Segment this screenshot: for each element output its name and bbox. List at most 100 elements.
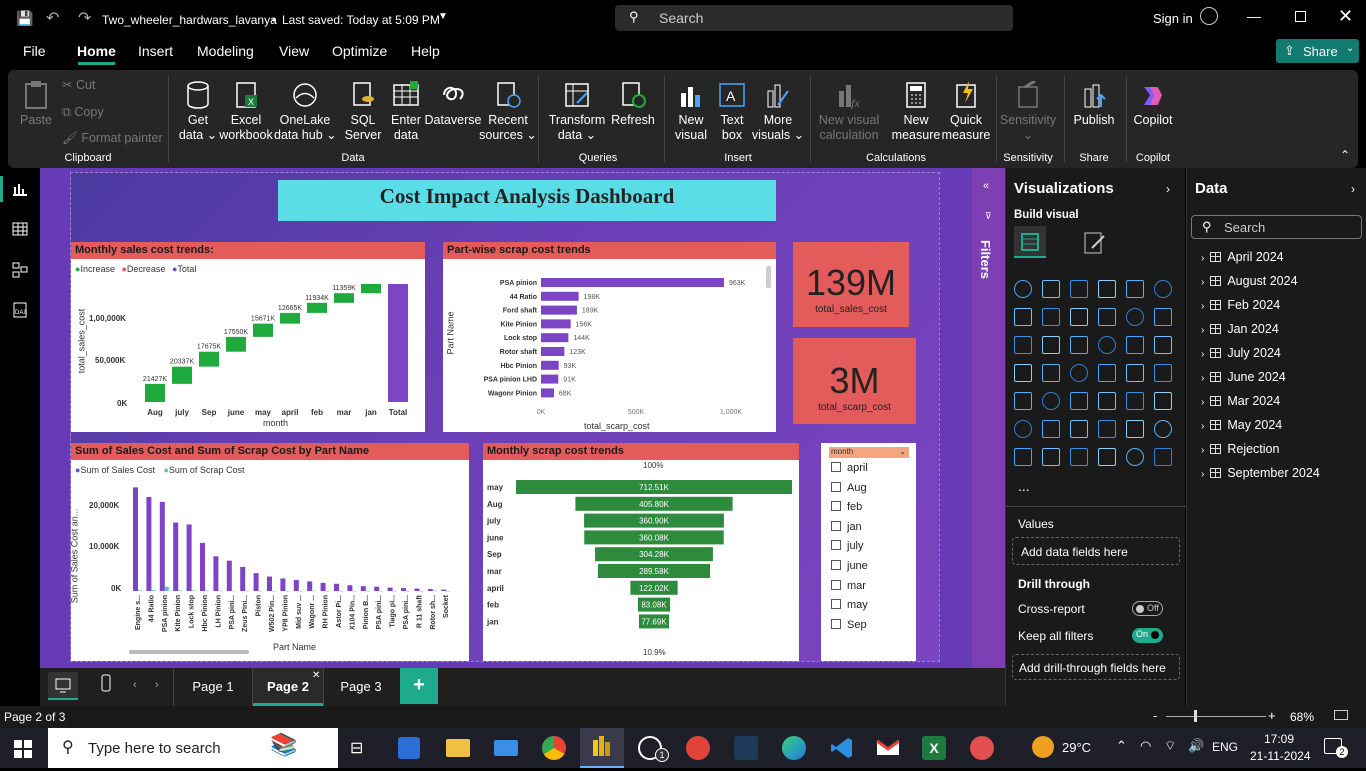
new-measure-button[interactable]: New measure [890,80,942,143]
menu-modeling[interactable]: Modeling [197,43,254,59]
matlab-icon[interactable] [734,736,758,760]
slicer-item[interactable]: june [831,560,868,572]
copilot-button[interactable]: Copilot [1128,80,1178,128]
data-table-item[interactable]: › Feb 2024 [1201,298,1280,312]
slicer-item[interactable]: july [831,540,864,552]
menu-insert[interactable]: Insert [138,43,173,59]
publish-button[interactable]: Publish [1070,80,1118,128]
data-table-item[interactable]: › September 2024 [1201,466,1320,480]
custom-visual-icon[interactable] [1098,448,1116,466]
collapse-data-icon[interactable]: › [1351,182,1355,196]
kpi-sales-card[interactable]: 139M total_sales_cost [793,242,909,327]
menu-optimize[interactable]: Optimize [332,43,387,59]
checkbox[interactable] [831,540,841,551]
expand-filters-icon[interactable]: « [983,180,989,192]
format-painter-button[interactable]: 🖌 Format painter [62,131,163,146]
waterfall-chart[interactable]: Monthly sales cost trends: ●Increase ●De… [71,242,425,432]
narrative-icon[interactable] [1126,420,1144,438]
user-avatar-icon[interactable] [1200,7,1218,25]
redo-icon[interactable]: ↷ [78,8,91,28]
scrap-bar-chart[interactable]: Part-wise scrap cost trends Part Name PS… [443,242,776,432]
edge-icon[interactable] [782,736,806,760]
desktop-layout-icon[interactable] [48,672,78,700]
power-automate-icon[interactable] [1070,448,1088,466]
quick-measure-button[interactable]: Quick measure [940,80,992,143]
new-visual-button[interactable]: New visual [668,80,714,143]
donut-chart-icon[interactable] [1154,336,1172,354]
gmail-icon[interactable] [876,738,900,758]
volume-icon[interactable]: 🔊 [1188,738,1204,754]
waterfall-icon[interactable] [1042,336,1060,354]
stacked-column-icon[interactable] [1042,280,1060,298]
chevron-up-icon[interactable]: ⌃ [1116,738,1127,754]
next-page-icon[interactable]: › [155,679,159,691]
data-table-item[interactable]: › August 2024 [1201,274,1298,288]
chevron-down-icon[interactable]: ⌄ [899,447,906,456]
data-search-input[interactable]: ⚲ Search [1191,215,1362,239]
app-icon[interactable] [970,736,994,760]
slicer-item[interactable]: mar [831,579,866,592]
file-explorer-icon[interactable] [446,739,470,757]
menu-file[interactable]: File [23,43,46,59]
network-icon[interactable]: ◠ [1140,738,1151,754]
line-chart-icon[interactable] [1014,308,1032,326]
clustered-column-chart[interactable]: Sum of Sales Cost and Sum of Scrap Cost … [69,443,469,661]
more-visuals-button[interactable]: More visuals ⌄ [748,80,808,143]
100-area-icon[interactable] [1098,308,1116,326]
checkbox[interactable] [831,560,841,570]
close-icon[interactable]: ✕ [1338,6,1353,27]
checkbox[interactable] [831,462,841,472]
slicer-item[interactable]: may [831,599,868,611]
zoom-slider-thumb[interactable] [1194,710,1197,722]
sql-server-button[interactable]: SQL Server [340,80,386,143]
filters-pane[interactable]: « ⊽ Filters [972,168,1005,668]
azure-map-icon[interactable] [1098,364,1116,382]
cut-button[interactable]: ✂ Cut [62,78,95,93]
checkbox[interactable] [831,618,841,629]
slicer-item[interactable]: april [831,462,868,474]
share-button[interactable]: ⇪ Share ⌄ [1276,39,1359,63]
checkbox[interactable] [831,481,841,492]
refresh-button[interactable]: Refresh [608,80,658,128]
paste-button[interactable]: Paste [18,80,54,128]
close-page-icon[interactable]: ✕ [312,670,320,681]
prev-page-icon[interactable]: ‹ [133,679,137,691]
scrollbar[interactable] [766,266,771,288]
chevron-down-icon[interactable]: ▼ [438,11,448,22]
tab-page-1[interactable]: Page 1 [174,668,252,706]
zoom-slider-track[interactable] [1166,716,1266,717]
line-clustered-icon[interactable] [1154,308,1172,326]
matrix-icon[interactable] [1126,392,1144,410]
ribbon-chart-icon[interactable] [1014,336,1032,354]
qa-icon[interactable] [1098,420,1116,438]
windows-start-icon[interactable] [14,740,32,763]
maximize-icon[interactable] [1295,11,1306,22]
undo-icon[interactable]: ↶ [46,8,59,28]
line-column-icon[interactable] [1126,308,1144,326]
table-view-icon[interactable] [12,222,28,236]
copy-button[interactable]: ⧉ Copy [62,105,104,120]
clustered-bar-icon[interactable] [1070,280,1088,298]
diamond-visual-icon[interactable] [1126,448,1144,466]
data-table-item[interactable]: › April 2024 [1201,250,1284,264]
chevron-visual-icon[interactable] [1154,448,1172,466]
checkbox[interactable] [831,579,841,590]
clock-date[interactable]: 21-11-2024 [1250,749,1311,763]
slicer-item[interactable]: Sep [831,618,867,631]
minimize-icon[interactable]: — [1247,8,1261,24]
treemap-icon[interactable] [1014,364,1032,382]
key-influencers-icon[interactable] [1042,420,1060,438]
scatter-icon[interactable] [1098,336,1116,354]
cross-report-toggle[interactable]: Off [1132,601,1163,616]
kpi-icon[interactable] [1042,392,1060,410]
dax-query-view-icon[interactable]: DAX [12,302,28,318]
goals-icon[interactable] [1154,420,1172,438]
area-chart-icon[interactable] [1042,308,1060,326]
format-visual-tab[interactable] [1082,230,1108,256]
stacked-bar-icon[interactable] [1014,280,1032,298]
gauge-icon[interactable] [1126,364,1144,382]
multi-card-icon[interactable] [1014,392,1032,410]
table-icon[interactable] [1098,392,1116,410]
sign-in-link[interactable]: Sign in [1153,11,1193,26]
fit-to-page-icon[interactable] [1334,710,1348,720]
